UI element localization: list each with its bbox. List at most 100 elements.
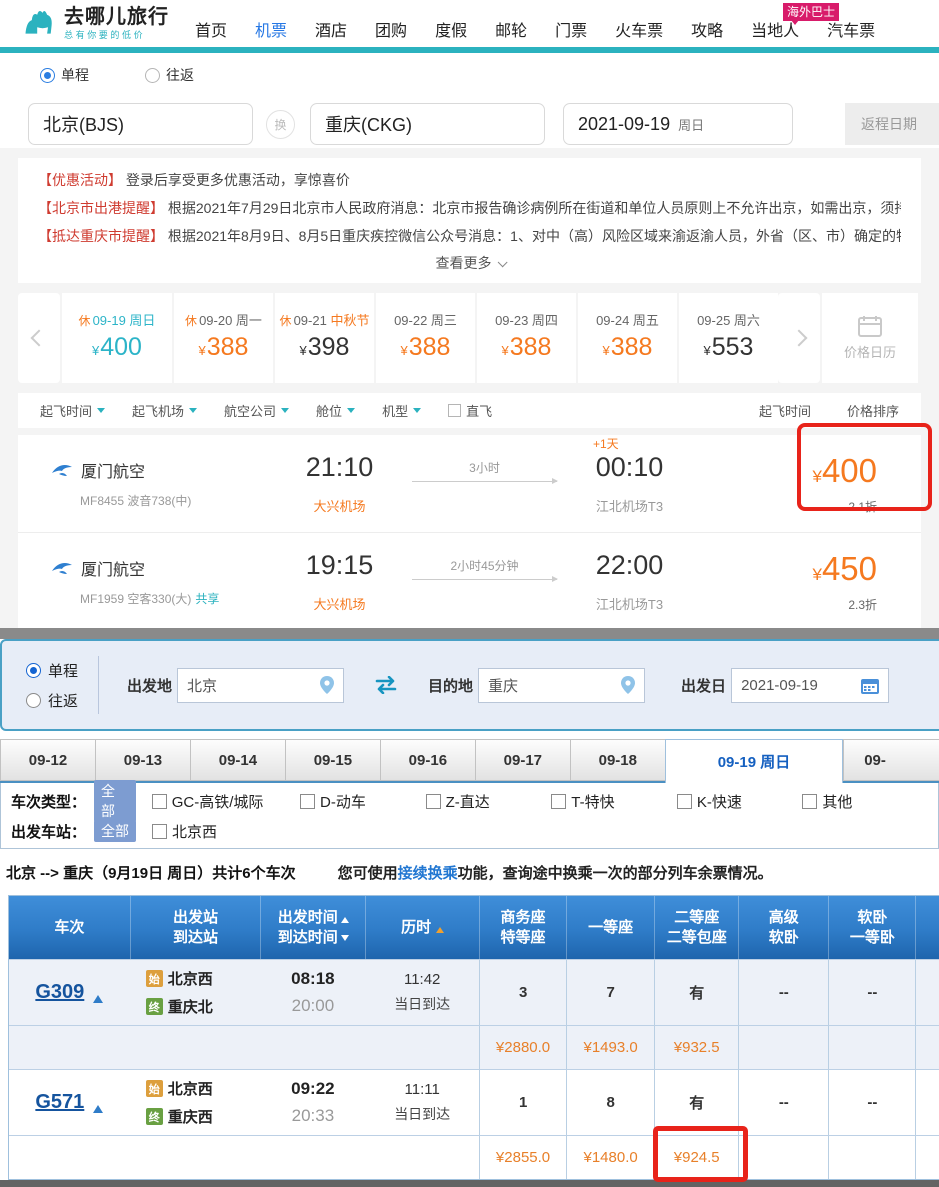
train-to-input[interactable]: 重庆 xyxy=(478,668,645,703)
type-checkbox-gc[interactable]: GC-高铁/城际 xyxy=(152,791,300,812)
departure-date-input[interactable]: 2021-09-19 周日 xyxy=(563,103,793,145)
date-tab-0921[interactable]: 休09-21 中秋节 ¥398 xyxy=(275,293,374,383)
date-tab-0924[interactable]: 09-24 周五 ¥388 xyxy=(578,293,677,383)
next-dates-button[interactable] xyxy=(778,293,820,383)
train-oneway-radio[interactable]: 单程 xyxy=(26,660,78,681)
table-header: 车次 出发站 到达站 出发时间 到达时间 历时 商务座 特等座 一等座 二等座 … xyxy=(9,896,939,959)
header-premium-sleeper: 高级 软卧 xyxy=(738,896,828,959)
filter-airline[interactable]: 航空公司 xyxy=(224,401,289,420)
flight-list: 厦门航空 MF8455 波音738(中) 21:10 大兴机场 3小时 +1天 … xyxy=(18,435,921,628)
holiday-label: 中秋节 xyxy=(330,313,369,328)
flight-price: 450 xyxy=(822,550,877,587)
price-row-g571: ¥2855.0 ¥1480.0 ¥924.5 xyxy=(9,1135,939,1179)
price-calendar-button[interactable]: 价格日历 xyxy=(822,293,918,383)
tip-text: 您可使用 xyxy=(338,865,398,882)
tab-date: 09-21 xyxy=(294,313,327,328)
train-tab-0918[interactable]: 09-18 xyxy=(570,739,665,781)
departure-time: 08:18 xyxy=(291,969,334,989)
filter-aircraft[interactable]: 机型 xyxy=(382,401,421,420)
filter-departure-airport[interactable]: 起飞机场 xyxy=(132,401,197,420)
train-tab-0913[interactable]: 09-13 xyxy=(95,739,190,781)
oneway-radio[interactable]: 单程 xyxy=(40,65,89,85)
flight-row-mf1959[interactable]: 厦门航空 MF1959 空客330(大)共享 19:15 大兴机场 2小时45分… xyxy=(18,532,921,628)
nav-guides[interactable]: 攻略 xyxy=(691,17,723,41)
arrival-airport: 江北机场T3 xyxy=(567,594,692,613)
prev-dates-button[interactable] xyxy=(18,293,60,383)
transfer-link[interactable]: 接续换乘 xyxy=(398,865,458,882)
notice-tag: 【优惠活动】 xyxy=(38,172,122,188)
date-tab-0919[interactable]: 休09-19 周日 ¥400 xyxy=(62,293,172,383)
type-checkbox-d[interactable]: D-动车 xyxy=(300,791,426,812)
train-tab-0917[interactable]: 09-17 xyxy=(475,739,570,781)
departure-city-input[interactable]: 北京(BJS) xyxy=(28,103,253,145)
type-checkbox-other[interactable]: 其他 xyxy=(802,791,928,812)
currency: ¥ xyxy=(812,565,821,584)
site-header: 去哪儿旅行 总有你要的低价 首页 机票 酒店 团购 度假 邮轮 门票 火车票 攻… xyxy=(0,0,939,47)
date-tab-0923[interactable]: 09-23 周四 ¥388 xyxy=(477,293,576,383)
train-swap-button[interactable] xyxy=(372,676,400,694)
direct-flight-checkbox[interactable]: 直飞 xyxy=(448,401,492,420)
flight-row-mf8455[interactable]: 厦门航空 MF8455 波音738(中) 21:10 大兴机场 3小时 +1天 … xyxy=(18,435,921,532)
train-tab-partial[interactable]: 09- xyxy=(843,739,939,781)
train-tab-0919-selected[interactable]: 09-19 周日 xyxy=(665,739,843,783)
train-row-g571[interactable]: G571 始北京西 终重庆西 09:22 20:33 11:11 当日到达 1 … xyxy=(9,1069,939,1135)
train-code-link[interactable]: G309 xyxy=(35,981,84,1004)
flight-filter-bar: 起飞时间 起飞机场 航空公司 舱位 机型 直飞 起飞时间 价格排序 xyxy=(18,393,921,428)
date-tab-0922[interactable]: 09-22 周三 ¥388 xyxy=(376,293,475,383)
sort-by-time[interactable]: 起飞时间 xyxy=(759,401,811,420)
nav-tickets[interactable]: 门票 xyxy=(555,17,587,41)
return-date-input[interactable]: 返程日期 xyxy=(845,103,939,145)
empty-cell xyxy=(738,1136,828,1179)
type-checkbox-k[interactable]: K-快速 xyxy=(677,791,803,812)
flight-results-area: 【优惠活动】 登录后享受更多优惠活动，享惊喜价 【北京市出港提醒】 根据2021… xyxy=(0,148,939,628)
filter-cabin[interactable]: 舱位 xyxy=(316,401,355,420)
flight-number: MF8455 波音738(中) xyxy=(80,494,191,508)
date-tab-0920[interactable]: 休09-20 周一 ¥388 xyxy=(174,293,273,383)
collapse-arrow-icon[interactable] xyxy=(93,990,103,1003)
tab-price: 400 xyxy=(100,333,142,361)
nav-vacation[interactable]: 度假 xyxy=(435,17,467,41)
partial-cell xyxy=(915,1070,939,1135)
train-tab-0914[interactable]: 09-14 xyxy=(190,739,285,781)
train-row-g309[interactable]: G309 始北京西 终重庆北 08:18 20:00 11:42 当日到达 3 … xyxy=(9,959,939,1025)
header-partial-column xyxy=(915,896,939,959)
nav-deals[interactable]: 团购 xyxy=(375,17,407,41)
filter-departure-time[interactable]: 起飞时间 xyxy=(40,401,105,420)
train-from-input[interactable]: 北京 xyxy=(177,668,344,703)
collapse-arrow-icon[interactable] xyxy=(93,1100,103,1113)
train-roundtrip-radio[interactable]: 往返 xyxy=(26,690,78,711)
train-tab-0912[interactable]: 09-12 xyxy=(0,739,95,781)
date-tab-0925[interactable]: 09-25 周六 ¥553 xyxy=(679,293,778,383)
roundtrip-radio[interactable]: 往返 xyxy=(145,65,194,85)
nav-hotels[interactable]: 酒店 xyxy=(315,17,347,41)
header-times-sort[interactable]: 出发时间 到达时间 xyxy=(260,896,365,959)
train-tab-0915[interactable]: 09-15 xyxy=(285,739,380,781)
view-more-button[interactable]: 查看更多 xyxy=(38,250,901,279)
type-checkbox-z[interactable]: Z-直达 xyxy=(426,791,552,812)
partial-cell xyxy=(915,1026,939,1069)
nav-home[interactable]: 首页 xyxy=(195,17,227,41)
view-more-label: 查看更多 xyxy=(436,255,492,271)
train-code-link[interactable]: G571 xyxy=(35,1091,84,1114)
overseas-bus-badge[interactable]: 海外巴士 xyxy=(783,3,839,21)
train-filter-box: 车次类型： 全部 GC-高铁/城际 D-动车 Z-直达 T-特快 K-快速 其他… xyxy=(0,783,939,849)
arrival-city-input[interactable]: 重庆(CKG) xyxy=(310,103,545,145)
all-stations-badge[interactable]: 全部 xyxy=(94,820,136,842)
type-checkbox-t[interactable]: T-特快 xyxy=(551,791,677,812)
all-types-badge[interactable]: 全部 xyxy=(94,780,136,822)
xiamen-air-icon xyxy=(52,560,73,576)
nav-flights[interactable]: 机票 xyxy=(255,17,287,41)
header-train-code[interactable]: 车次 xyxy=(9,896,130,959)
sort-by-price[interactable]: 价格排序 xyxy=(847,401,899,420)
train-tab-0916[interactable]: 09-16 xyxy=(380,739,475,781)
qunar-logo[interactable]: 去哪儿旅行 总有你要的低价 xyxy=(20,3,169,44)
nav-cruise[interactable]: 邮轮 xyxy=(495,17,527,41)
empty-cell xyxy=(9,1136,479,1179)
radio-unselected-icon xyxy=(26,693,41,708)
train-date-input[interactable]: 2021-09-19 xyxy=(731,668,889,703)
station-checkbox-beijingxi[interactable]: 北京西 xyxy=(152,821,279,842)
swap-cities-button[interactable]: 换 xyxy=(266,110,295,139)
nav-trains[interactable]: 火车票 xyxy=(615,17,663,41)
departure-time: 19:15 xyxy=(277,550,402,581)
header-duration-sort[interactable]: 历时 xyxy=(365,896,479,959)
